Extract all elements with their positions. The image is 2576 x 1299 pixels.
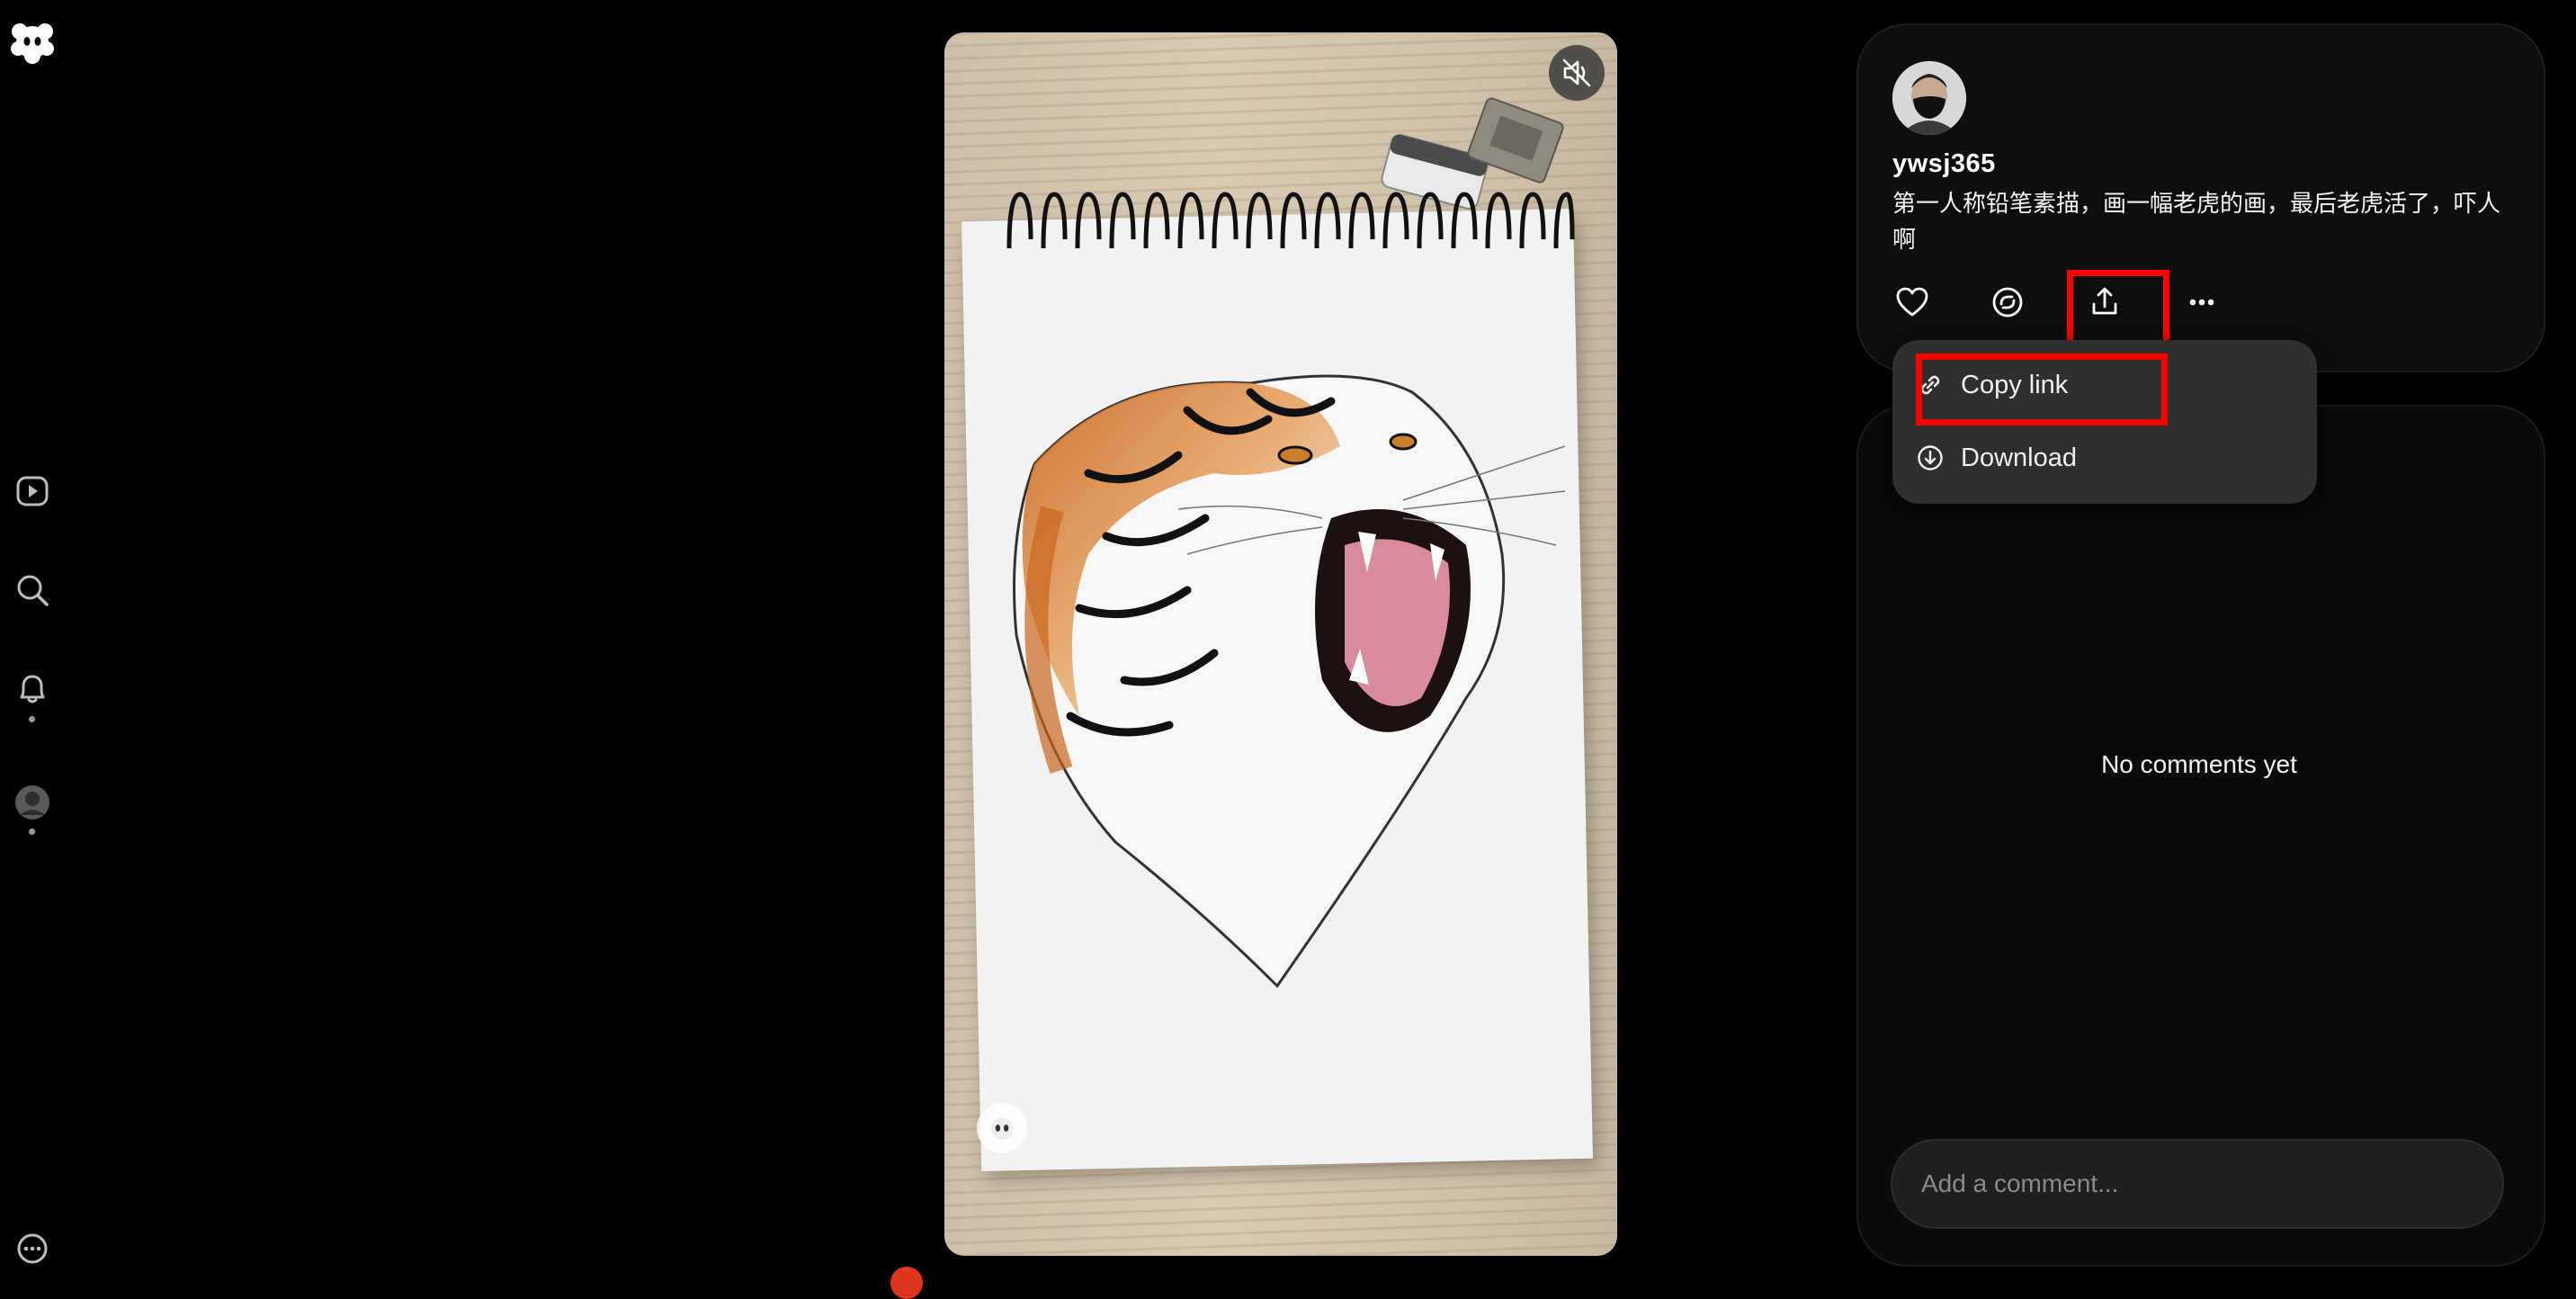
app-logo[interactable] bbox=[9, 18, 56, 65]
author-username[interactable]: ywsj365 bbox=[1892, 149, 1996, 179]
more-button[interactable] bbox=[2175, 275, 2229, 329]
bell-icon bbox=[20, 675, 45, 703]
ellipsis-icon bbox=[2189, 299, 2214, 306]
like-button[interactable] bbox=[1885, 275, 1939, 329]
nav-search[interactable] bbox=[11, 569, 54, 612]
download-icon bbox=[1918, 445, 1943, 470]
author-avatar-image bbox=[1892, 61, 1966, 135]
nav-video-feed[interactable] bbox=[11, 470, 54, 513]
volume-muted-icon bbox=[1562, 58, 1591, 87]
comment-input[interactable] bbox=[1891, 1139, 2504, 1229]
profile-avatar bbox=[15, 785, 49, 820]
no-comments-message: No comments yet bbox=[2101, 750, 2297, 778]
post-caption: 第一人称铅笔素描，画一幅老虎的画，最后老虎活了，吓人啊 bbox=[1892, 190, 2501, 253]
repost-button[interactable] bbox=[1981, 275, 2035, 329]
notepad-spiral bbox=[1006, 192, 1575, 249]
watermark-logo-icon bbox=[990, 1117, 1014, 1141]
app-logo-icon bbox=[11, 23, 54, 64]
nav-profile[interactable] bbox=[11, 781, 54, 824]
app-watermark bbox=[977, 1103, 1027, 1153]
heart-icon bbox=[1896, 287, 1928, 317]
download-menu-item[interactable]: Download bbox=[1916, 433, 2077, 483]
mute-toggle-button[interactable] bbox=[1549, 45, 1605, 101]
copy-link-highlight bbox=[1916, 354, 2168, 426]
author-avatar[interactable] bbox=[1892, 61, 1966, 135]
comments-panel bbox=[1856, 405, 2545, 1267]
next-video-indicator[interactable] bbox=[890, 1267, 923, 1299]
nav-notifications[interactable] bbox=[11, 667, 54, 711]
profile-indicator bbox=[29, 829, 35, 835]
repost-icon bbox=[1992, 287, 2023, 318]
more-options-icon bbox=[17, 1233, 48, 1264]
notification-indicator bbox=[29, 716, 35, 722]
video-player[interactable] bbox=[944, 32, 1617, 1256]
search-icon bbox=[17, 575, 49, 606]
video-feed-icon bbox=[16, 476, 49, 506]
nav-more[interactable] bbox=[11, 1227, 54, 1270]
download-label: Download bbox=[1961, 443, 2077, 472]
tiger-drawing bbox=[1013, 374, 1566, 989]
